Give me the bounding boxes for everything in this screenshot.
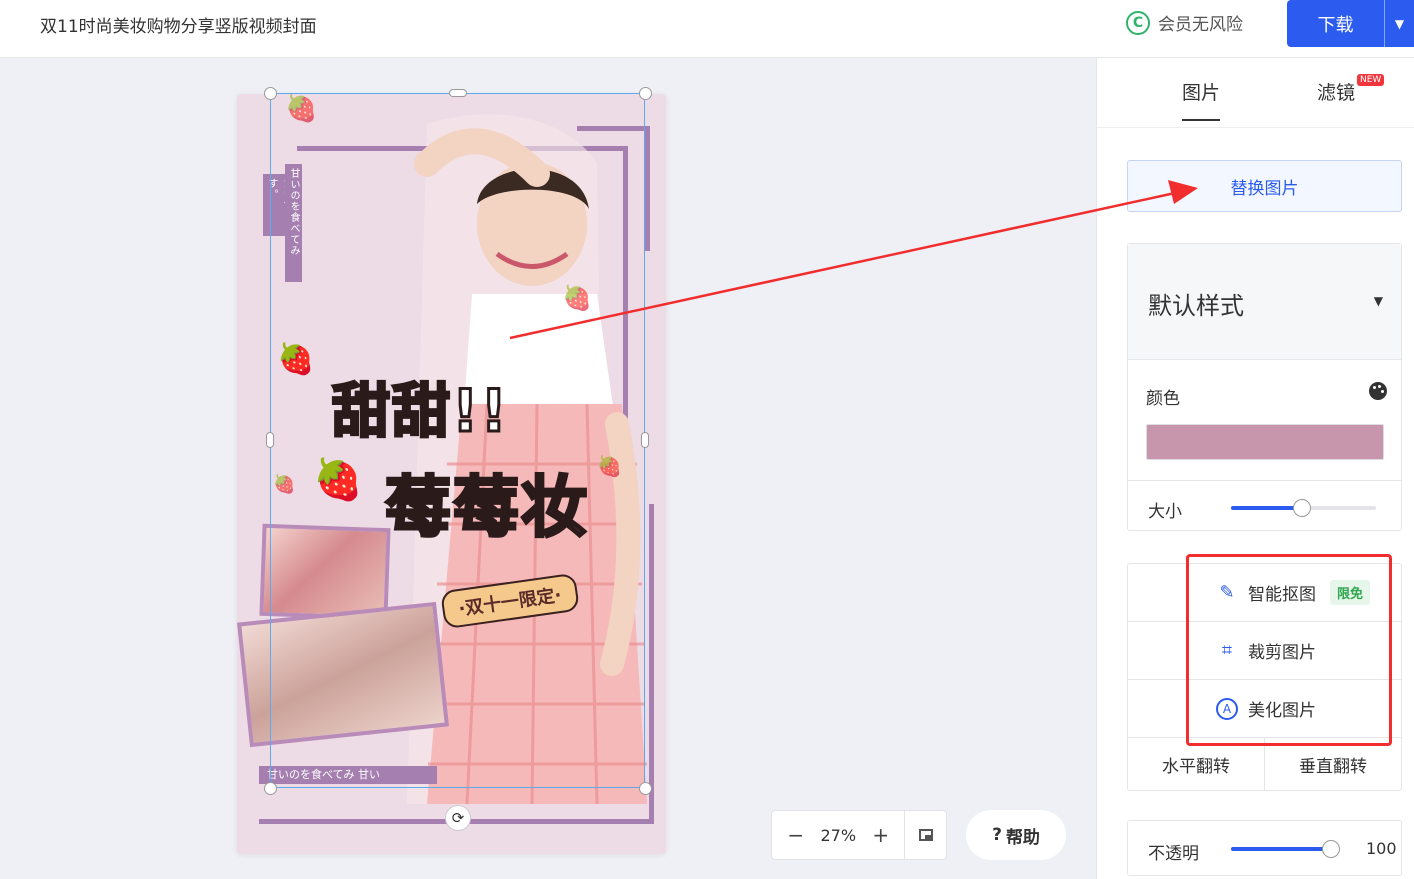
size-slider-fill — [1231, 506, 1302, 510]
zoom-control: − 27% + — [771, 810, 947, 860]
size-slider[interactable] — [1231, 499, 1376, 517]
style-dropdown-value: 默认样式 — [1148, 292, 1244, 320]
zoom-in-button[interactable]: + — [857, 823, 904, 847]
resize-handle-bottom-right[interactable] — [639, 782, 652, 795]
zoom-level[interactable]: 27% — [819, 826, 857, 845]
style-card: 默认样式 ▼ 颜色 大小 — [1127, 243, 1402, 531]
selection-box[interactable] — [270, 93, 645, 788]
opacity-value[interactable]: 100 — [1366, 839, 1397, 858]
annotation-highlight-box — [1186, 554, 1392, 746]
tab-label: 图片 — [1182, 82, 1221, 104]
resize-handle-bottom-left[interactable] — [264, 782, 277, 795]
document-title[interactable]: 双11时尚美妆购物分享竖版视频封面 — [40, 12, 317, 37]
rotate-icon[interactable]: ⟳ — [445, 805, 471, 831]
fit-screen-button[interactable] — [904, 811, 946, 859]
download-button-group: 下载 ▼ — [1287, 0, 1414, 47]
color-label: 颜色 — [1146, 389, 1180, 409]
color-swatch[interactable] — [1146, 424, 1384, 460]
resize-handle-top-right[interactable] — [639, 87, 652, 100]
question-icon: ? — [992, 825, 1002, 845]
panel-tabs: 图片 滤镜 NEW — [1097, 58, 1414, 128]
top-header: 双11时尚美妆购物分享竖版视频封面 C 会员无风险 下载 ▼ — [0, 0, 1414, 58]
help-label: 帮助 — [1005, 827, 1040, 848]
resize-handle-left[interactable] — [266, 432, 274, 448]
fit-screen-icon — [918, 829, 933, 841]
style-dropdown[interactable]: 默认样式 ▼ — [1128, 244, 1401, 360]
resize-handle-top-left[interactable] — [264, 87, 277, 100]
replace-image-button[interactable]: 替换图片 — [1127, 160, 1402, 212]
help-button[interactable]: ? 帮助 — [966, 810, 1066, 860]
member-text: 会员无风险 — [1158, 15, 1243, 35]
copyright-icon: C — [1126, 10, 1150, 35]
opacity-slider[interactable] — [1231, 840, 1340, 858]
opacity-card: 不透明 100 — [1127, 820, 1402, 876]
resize-handle-right[interactable] — [641, 432, 649, 448]
resize-handle-top[interactable] — [449, 89, 467, 97]
size-slider-knob[interactable] — [1293, 499, 1311, 517]
tab-filter[interactable]: 滤镜 NEW — [1317, 74, 1385, 105]
download-button[interactable]: 下载 — [1287, 0, 1385, 47]
tab-image[interactable]: 图片 — [1182, 78, 1221, 121]
palette-icon[interactable] — [1369, 382, 1387, 400]
new-badge: NEW — [1357, 74, 1385, 86]
member-guarantee[interactable]: C 会员无风险 — [1126, 10, 1243, 35]
size-label: 大小 — [1148, 502, 1182, 522]
opacity-slider-fill — [1231, 847, 1331, 851]
tab-label: 滤镜 — [1317, 82, 1356, 104]
opacity-label: 不透明 — [1148, 844, 1199, 864]
properties-panel: 图片 滤镜 NEW 替换图片 默认样式 ▼ 颜色 大小 ✎ 智能抠图 限免 ⌗ … — [1096, 58, 1414, 879]
opacity-slider-knob[interactable] — [1322, 840, 1340, 858]
chevron-down-icon: ▼ — [1373, 294, 1383, 308]
zoom-out-button[interactable]: − — [772, 823, 819, 847]
divider — [1128, 480, 1401, 481]
download-dropdown-icon[interactable]: ▼ — [1385, 0, 1414, 47]
